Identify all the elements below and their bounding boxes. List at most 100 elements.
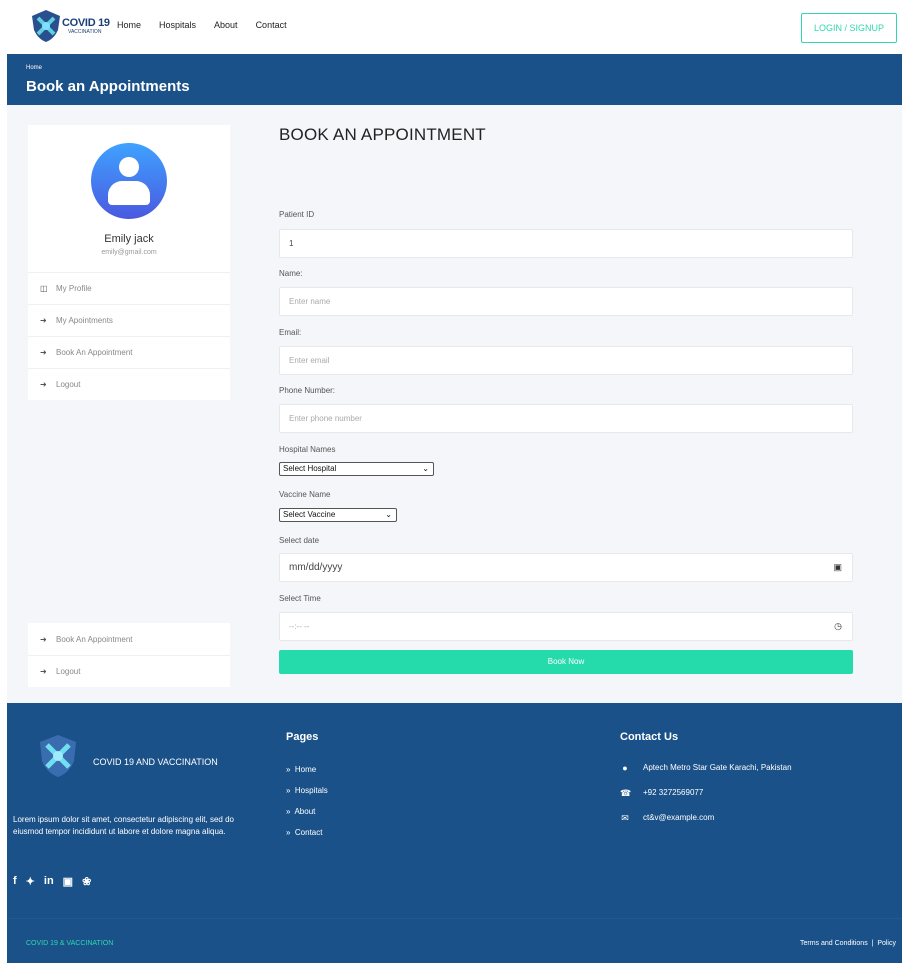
date-label: Select date <box>279 536 320 545</box>
footer-link-label: Home <box>294 765 317 774</box>
sidebar-menu: ◫ My Profile ➜ My Apointments ➜ Book An … <box>28 272 230 400</box>
nav-hospitals[interactable]: Hospitals <box>159 20 196 30</box>
user-email: emily@gmail.com <box>101 249 157 256</box>
user-name: Emily jack <box>104 233 154 245</box>
time-field[interactable]: --:-- -- ◷ <box>279 612 853 641</box>
footer-copyright: COVID 19 & VACCINATION <box>26 940 114 947</box>
sidebar-item-label: My Profile <box>56 284 92 293</box>
contact-phone-text[interactable]: +92 3272569077 <box>643 788 703 797</box>
columns-icon: ◫ <box>40 284 48 293</box>
page-banner: Home Book an Appointments <box>7 54 902 105</box>
breadcrumb[interactable]: Home <box>26 65 42 71</box>
footer-description: Lorem ipsum dolor sit amet, consectetur … <box>13 815 234 836</box>
envelope-icon: ✉ <box>621 813 629 823</box>
map-marker-icon: ● <box>622 763 628 773</box>
email-label: Email: <box>279 328 302 337</box>
linkedin-icon[interactable]: in <box>44 875 54 888</box>
sidebar-item-label: Book An Appointment <box>56 348 133 357</box>
site-footer: COVID 19 AND VACCINATION Lorem ipsum dol… <box>7 703 902 963</box>
avatar-head <box>119 157 139 177</box>
nav-home[interactable]: Home <box>117 20 141 30</box>
phone-field[interactable]: Enter phone number <box>279 404 853 433</box>
hospital-select[interactable]: Select Hospital ⌄ <box>279 462 434 476</box>
logo-text: COVID 19 <box>62 17 110 29</box>
nav-links: Home Hospitals About Contact <box>117 20 287 30</box>
sign-in-icon: ➜ <box>40 634 47 644</box>
phone-icon: ☎ <box>620 788 632 798</box>
calendar-icon[interactable]: ▣ <box>833 554 842 581</box>
footer-link-home[interactable]: » Home <box>286 765 328 786</box>
sidebar-item-logout[interactable]: ➜ Logout <box>28 368 230 400</box>
secondary-sidebar-menu: ➜ Book An Appointment ➜ Logout <box>28 623 230 687</box>
sign-in-icon: ➜ <box>40 667 47 676</box>
contact-email: ✉ ct&v@example.com <box>620 813 792 838</box>
date-field-placeholder: mm/dd/yyyy <box>289 562 343 573</box>
footer-separator: | <box>871 940 874 947</box>
chevron-down-icon: ⌄ <box>385 510 392 519</box>
sidebar-item-logout-2[interactable]: ➜ Logout <box>28 655 230 687</box>
sidebar-item-book-appointment-2[interactable]: ➜ Book An Appointment <box>28 623 230 655</box>
footer-divider <box>7 918 902 919</box>
footer-legal-links: Terms and Conditions | Policy <box>800 940 896 947</box>
shield-logo-icon <box>32 10 60 42</box>
time-field-placeholder: --:-- -- <box>289 622 310 631</box>
sidebar-item-my-profile[interactable]: ◫ My Profile <box>28 272 230 304</box>
form-title: BOOK AN APPOINTMENT <box>279 125 486 144</box>
sidebar-item-label: Logout <box>56 667 81 676</box>
twitter-icon[interactable]: ✦ <box>26 875 35 888</box>
contact-address: ● Aptech Metro Star Gate Karachi, Pakist… <box>620 763 792 788</box>
contact-email-text[interactable]: ct&v@example.com <box>643 813 714 822</box>
footer-link-label: About <box>294 807 316 816</box>
page-title: Book an Appointments <box>26 78 190 95</box>
vaccine-label: Vaccine Name <box>279 490 331 499</box>
footer-link-about[interactable]: » About <box>286 807 328 828</box>
name-field[interactable]: Enter name <box>279 287 853 316</box>
sign-in-icon: ➜ <box>40 380 47 389</box>
sidebar-item-my-appointments[interactable]: ➜ My Apointments <box>28 304 230 336</box>
nav-contact[interactable]: Contact <box>256 20 287 30</box>
hospital-select-value: Select Hospital <box>283 464 337 473</box>
footer-link-hospitals[interactable]: » Hospitals <box>286 786 328 807</box>
top-navbar: COVID 19 VACCINATION Home Hospitals Abou… <box>0 0 902 54</box>
profile-card: Emily jack emily@gmail.com ◫ My Profile … <box>28 125 230 400</box>
facebook-icon[interactable]: f <box>13 875 17 888</box>
contact-phone: ☎ +92 3272569077 <box>620 788 792 813</box>
vaccine-select-value: Select Vaccine <box>283 510 336 519</box>
dribbble-icon[interactable]: ❀ <box>82 875 91 888</box>
footer-contact-list: ● Aptech Metro Star Gate Karachi, Pakist… <box>620 763 792 838</box>
main-content: Emily jack emily@gmail.com ◫ My Profile … <box>7 105 902 703</box>
contact-address-text: Aptech Metro Star Gate Karachi, Pakistan <box>643 763 792 772</box>
avatar-body <box>108 181 150 205</box>
site-logo[interactable]: COVID 19 VACCINATION <box>28 8 112 44</box>
nav-about[interactable]: About <box>214 20 238 30</box>
phone-label: Phone Number: <box>279 386 336 395</box>
date-field[interactable]: mm/dd/yyyy ▣ <box>279 553 853 582</box>
policy-link[interactable]: Policy <box>877 940 896 947</box>
vaccine-select[interactable]: Select Vaccine ⌄ <box>279 508 397 522</box>
sign-in-icon: ➜ <box>40 348 47 357</box>
login-signup-button[interactable]: LOGIN / SIGNUP <box>801 13 897 43</box>
sidebar-item-label: Book An Appointment <box>56 634 133 644</box>
social-links: f ✦ in ▣ ❀ <box>13 875 91 888</box>
email-field[interactable]: Enter email <box>279 346 853 375</box>
sidebar-item-label: Logout <box>56 380 81 389</box>
shield-logo-icon <box>40 735 76 777</box>
patient-id-label: Patient ID <box>279 210 315 219</box>
terms-link[interactable]: Terms and Conditions <box>800 940 868 947</box>
sign-in-icon: ➜ <box>40 316 47 325</box>
chevron-down-icon: ⌄ <box>422 464 429 473</box>
hospital-label: Hospital Names <box>279 445 336 454</box>
footer-link-contact[interactable]: » Contact <box>286 828 328 849</box>
footer-contact-heading: Contact Us <box>620 731 679 743</box>
clock-icon[interactable]: ◷ <box>834 613 842 640</box>
footer-link-label: Hospitals <box>294 786 328 795</box>
footer-pages-heading: Pages <box>286 731 319 743</box>
sidebar-item-label: My Apointments <box>56 316 113 325</box>
footer-pages-list: » Home » Hospitals » About » Contact <box>286 765 328 849</box>
name-label: Name: <box>279 269 303 278</box>
instagram-icon[interactable]: ▣ <box>63 875 73 888</box>
avatar <box>91 143 167 219</box>
patient-id-field[interactable]: 1 <box>279 229 853 258</box>
book-now-button[interactable]: Book Now <box>279 650 853 674</box>
sidebar-item-book-appointment[interactable]: ➜ Book An Appointment <box>28 336 230 368</box>
